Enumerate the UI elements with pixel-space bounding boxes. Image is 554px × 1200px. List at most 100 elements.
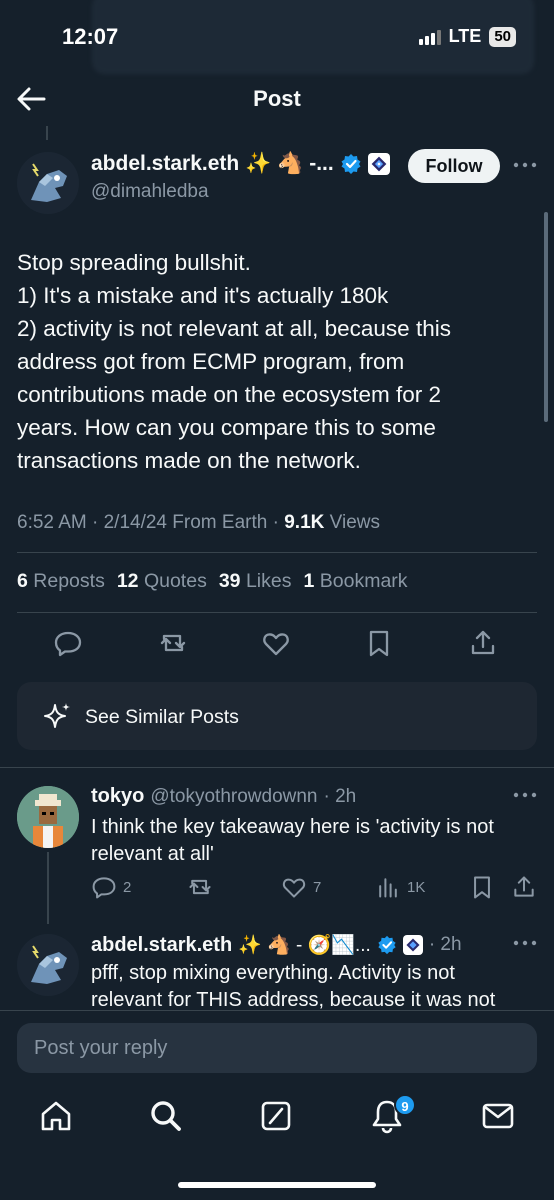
reply-author-handle[interactable]: @tokyothrowdownn [150,786,317,808]
reply-text-line: relevant at all' [91,843,214,865]
divider [0,767,554,768]
reply-input[interactable]: Post your reply [17,1023,537,1073]
notifications-badge: 9 [394,1094,416,1116]
post-text: Stop spreading bullshit. 1) It's a mista… [17,246,537,477]
post-time: 6:52 AM [17,512,87,533]
sparkle-icon [44,703,70,728]
status-bar: 12:07 LTE 50 [0,0,554,72]
org-badge-icon [367,153,390,175]
status-indicators: LTE 50 [418,26,516,47]
likes-stat[interactable]: 39 Likes [219,570,292,593]
follow-button[interactable]: Follow [408,149,500,183]
search-icon[interactable] [148,1098,184,1134]
post-actions [0,628,554,658]
reply-avatar[interactable] [17,786,79,848]
reposts-count: 6 [17,570,28,592]
reply-header: tokyo @tokyothrowdownn · 2h [91,785,356,808]
reposts-stat[interactable]: 6 Reposts [17,570,105,593]
views-count: 1K [407,878,426,896]
bookmark-icon[interactable] [469,874,495,900]
post-text-line: 2) activity is not relevant at all, beca… [17,316,451,341]
grok-icon[interactable] [258,1098,294,1134]
post-header: Post [0,72,554,128]
reply-like-button[interactable]: 7 [281,874,321,900]
home-icon[interactable] [38,1098,74,1134]
divider [17,612,537,613]
reply-actions: 2 7 1K [91,874,541,900]
post-text-line: years. How can you compare this to some [17,415,436,440]
reposts-label: Reposts [33,570,105,592]
bookmarks-stat[interactable]: 1 Bookmark [303,570,407,593]
reply-time: · 2h [428,934,462,955]
see-similar-posts-label: See Similar Posts [85,706,239,728]
author-handle[interactable]: @dimahledba [91,181,209,203]
quotes-label: Quotes [143,570,207,592]
likes-label: Likes [245,570,292,592]
author-name: abdel.stark.eth [91,152,240,175]
reply-composer: Post your reply [0,1010,554,1078]
post-text-line: transactions made on the network. [17,448,361,473]
bookmarks-label: Bookmark [319,570,408,592]
post-text-line: Stop spreading bullshit. [17,250,251,275]
quotes-count: 12 [116,570,139,592]
post-stats: 6 Reposts 12 Quotes 39 Likes 1 Bookmark [17,570,408,593]
signal-icon [418,29,441,45]
likes-count: 39 [218,570,241,592]
reply-author-name-suffix: ✨ 🐴 - 🧭📉... [238,935,371,956]
post-text-line: address got from ECMP program, from [17,349,405,374]
reply-reply-button[interactable]: 2 [91,874,131,900]
reply-icon[interactable] [53,628,83,658]
post-meta: 6:52 AM · 2/14/24 From Earth · 9.1K View… [17,512,380,533]
messages-icon[interactable] [480,1098,516,1134]
more-options-icon[interactable] [512,790,538,800]
thread-connector [46,126,48,140]
network-label: LTE [448,26,482,46]
verified-badge-icon [341,154,361,174]
views-count: 9.1K [284,512,325,533]
post-text-line: contributions made on the ecosystem for … [17,382,441,407]
post-source: From Earth [172,512,268,533]
reply-views-button[interactable]: 1K [375,874,425,900]
reply-text-line: I think the key takeaway here is 'activi… [91,816,494,838]
scrollbar[interactable] [544,212,548,422]
divider [17,552,537,553]
home-indicator[interactable] [178,1182,376,1188]
thread-connector [47,852,49,924]
post-date: 2/14/24 [103,512,168,533]
bookmark-icon[interactable] [364,628,394,658]
repost-icon[interactable] [158,628,188,658]
reply-avatar[interactable] [17,934,79,996]
author-name-suffix: ✨ 🐴 -... [245,152,334,175]
org-badge-icon [402,935,423,955]
see-similar-posts-button[interactable]: See Similar Posts [17,682,537,750]
author-name-row[interactable]: abdel.stark.eth ✨ 🐴 -... [91,152,390,176]
share-icon[interactable] [511,874,537,900]
status-time: 12:07 [62,24,119,49]
battery-icon: 50 [489,26,516,47]
bookmarks-count: 1 [303,570,315,592]
verified-badge-icon [378,935,396,955]
page-title: Post [253,86,301,111]
views-label[interactable]: Views [330,512,380,533]
like-count: 7 [313,878,322,896]
like-icon [282,878,306,898]
repost-icon [189,879,211,895]
reply-icon [92,877,116,899]
reply-count: 2 [123,878,132,896]
quotes-stat[interactable]: 12 Quotes [117,570,207,593]
reply-header: abdel.stark.eth ✨ 🐴 - 🧭📉... · 2h [91,933,462,957]
reply-text: pfff, stop mixing everything. Activity i… [91,960,531,1014]
reply-text: I think the key takeaway here is 'activi… [91,814,531,868]
more-options-icon[interactable] [512,160,538,170]
more-options-icon[interactable] [512,938,538,948]
reply-time: · 2h [323,785,357,807]
like-icon[interactable] [261,628,291,658]
reply-repost-button[interactable] [187,874,219,900]
share-icon[interactable] [468,628,498,658]
reply-author-name[interactable]: abdel.stark.eth [91,934,232,957]
views-icon [379,878,397,898]
reply-author-name[interactable]: tokyo [91,785,144,808]
post-text-line: 1) It's a mistake and it's actually 180k [17,283,389,308]
author-avatar[interactable] [17,152,79,214]
reply-text-line: pfff, stop mixing everything. Activity i… [91,962,455,984]
